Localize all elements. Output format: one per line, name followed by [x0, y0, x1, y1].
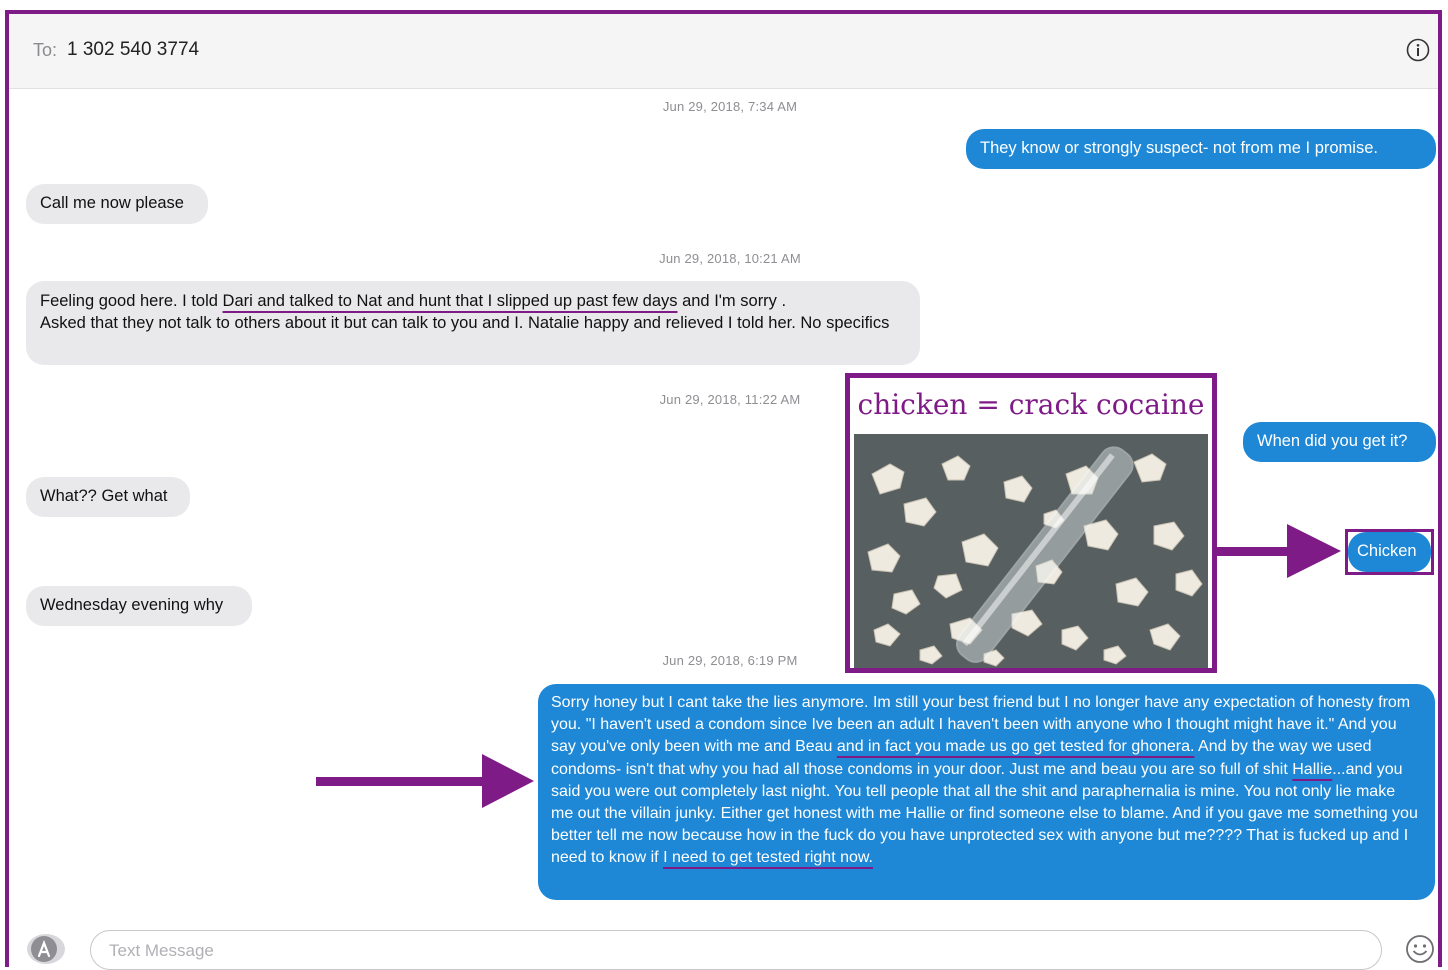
incoming-message[interactable]: What?? Get what: [26, 477, 190, 517]
message-text: and I'm sorry .: [677, 292, 787, 310]
timestamp: Jun 29, 2018, 7:34 AM: [662, 99, 798, 114]
arrow-icon: [1213, 524, 1341, 578]
highlight-box: [1345, 529, 1434, 575]
incoming-message[interactable]: Wednesday evening why: [26, 586, 252, 626]
message-text: Feeling good here. I told: [40, 292, 223, 310]
conversation-header: To: 1 302 540 3774: [9, 14, 1438, 89]
message-text: Wednesday evening why: [40, 596, 224, 614]
incoming-message[interactable]: Call me now please: [26, 184, 208, 224]
outgoing-message[interactable]: Sorry honey but I cant take the lies any…: [538, 684, 1435, 900]
outgoing-message[interactable]: They know or strongly suspect- not from …: [966, 129, 1436, 169]
underlined-text: Hallie: [1292, 760, 1333, 778]
underlined-text: I need to get tested right now.: [663, 849, 873, 867]
timestamp: Jun 29, 2018, 11:22 AM: [659, 392, 801, 407]
recipient-number[interactable]: 1 302 540 3774: [67, 39, 199, 61]
underlined-text: and in fact you made us go get tested fo…: [836, 738, 1195, 756]
message-text: Call me now please: [40, 194, 184, 212]
outgoing-message[interactable]: When did you get it?: [1243, 422, 1436, 462]
message-text: Asked that they not talk to others about…: [40, 314, 890, 332]
incoming-message[interactable]: Feeling good here. I told Dari and talke…: [26, 281, 920, 365]
emoji-icon[interactable]: [1404, 933, 1436, 965]
app-store-icon[interactable]: [26, 933, 66, 965]
annotation-box: chicken = crack cocaine: [845, 373, 1217, 673]
annotation-title: chicken = crack cocaine: [857, 388, 1205, 421]
to-label: To:: [33, 40, 58, 60]
message-text: When did you get it?: [1257, 432, 1408, 450]
message-input[interactable]: Text Message: [90, 930, 1382, 970]
info-icon[interactable]: [1406, 38, 1430, 62]
message-text: What?? Get what: [40, 487, 168, 505]
message-text: They know or strongly suspect- not from …: [980, 139, 1378, 157]
timestamp: Jun 29, 2018, 10:21 AM: [659, 251, 801, 266]
message-input-placeholder: Text Message: [109, 941, 214, 960]
arrow-icon: [316, 754, 534, 808]
crack-cocaine-photo: [854, 434, 1208, 668]
underlined-text: Dari and talked to Nat and hunt that I s…: [222, 292, 678, 310]
timestamp: Jun 29, 2018, 6:19 PM: [662, 653, 798, 668]
